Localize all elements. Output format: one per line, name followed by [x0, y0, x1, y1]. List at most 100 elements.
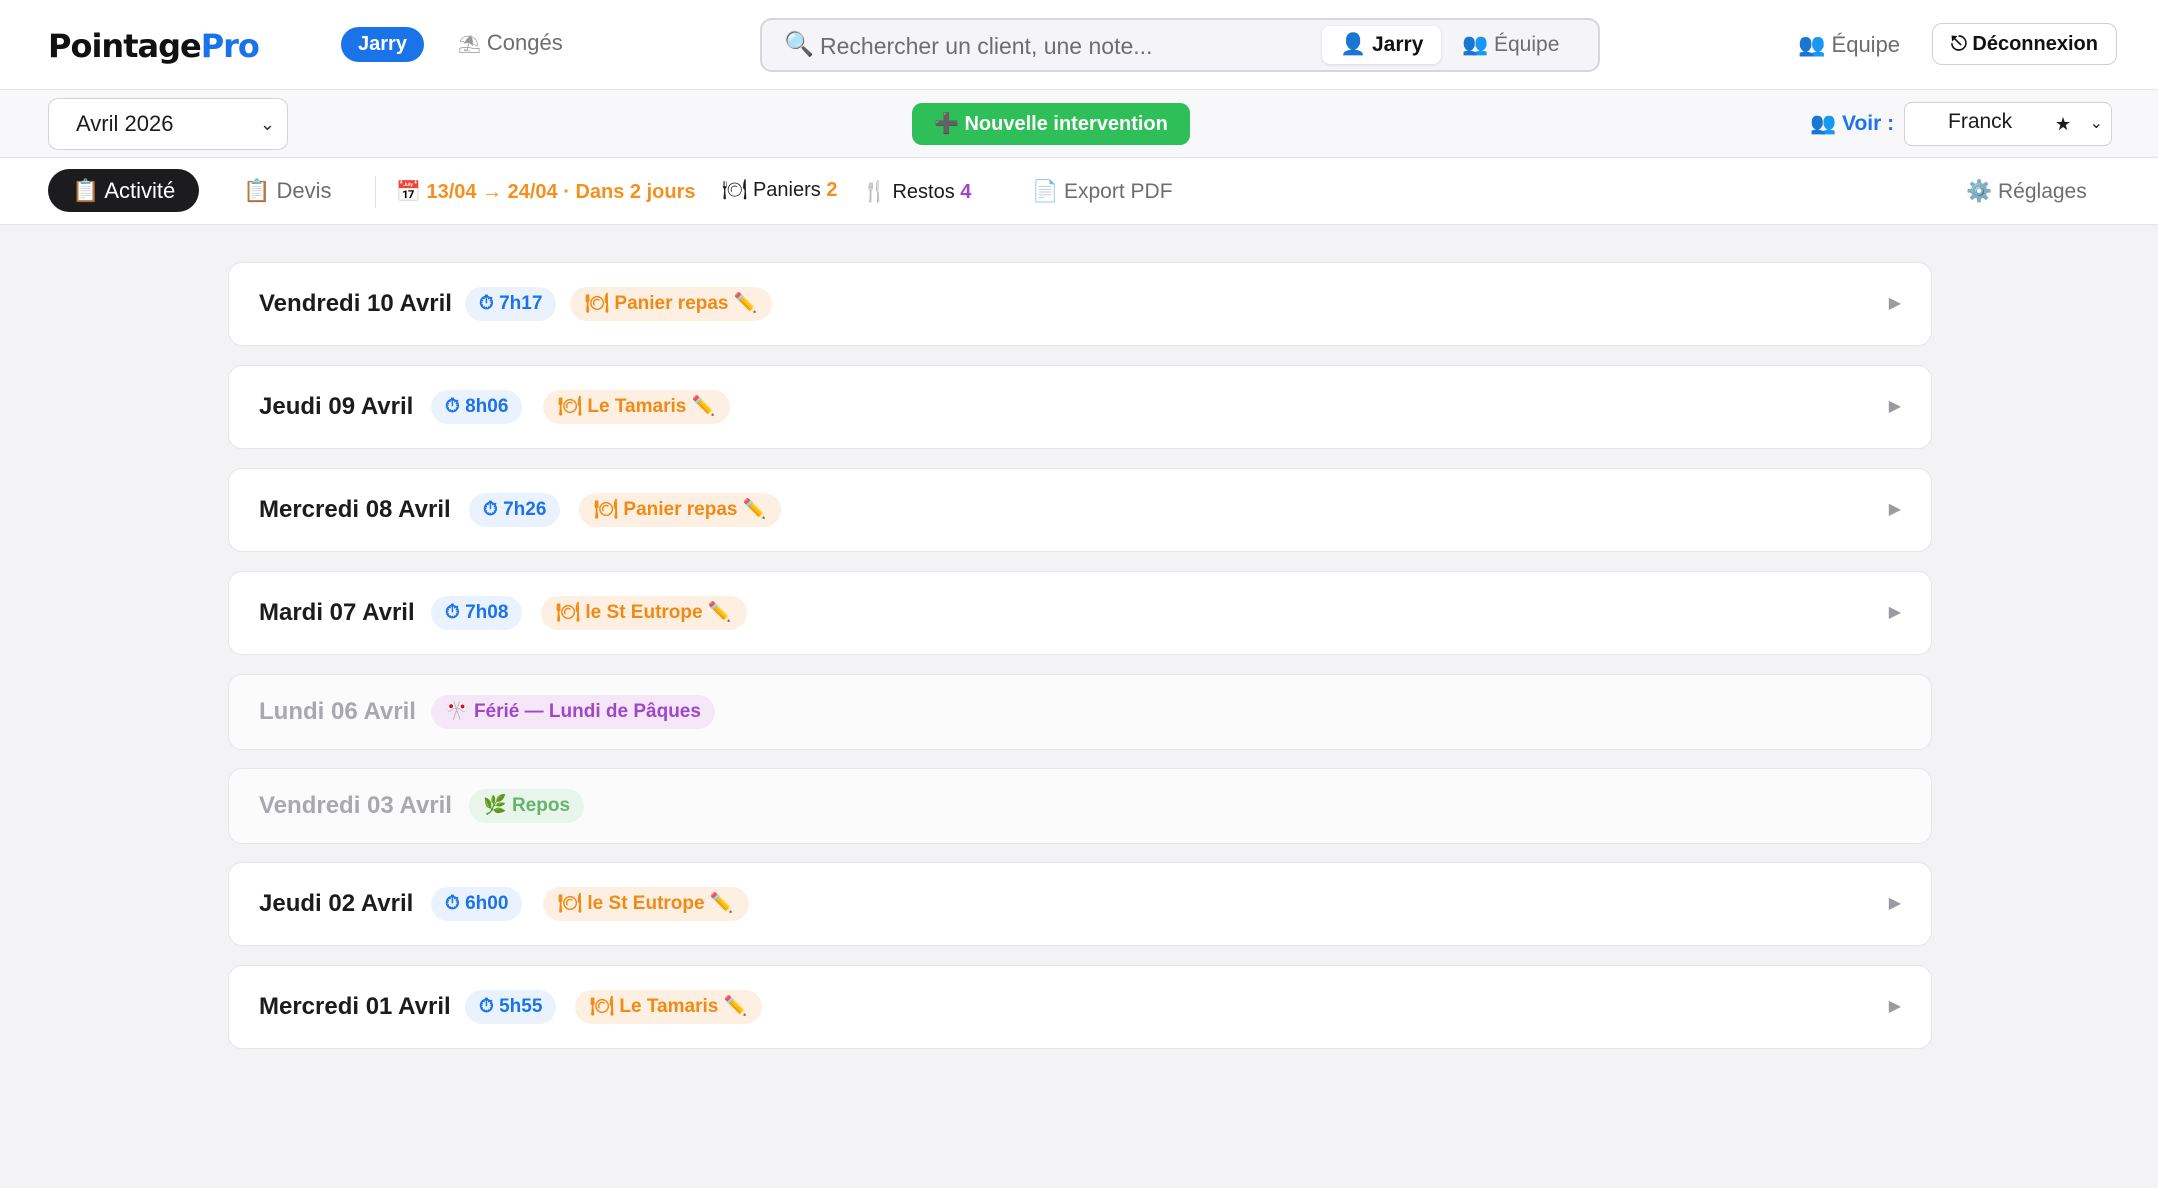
- meal-icon: 🍽: [594, 499, 619, 520]
- app-logo[interactable]: PointagePro: [48, 26, 260, 66]
- logout-button[interactable]: ⎋ Déconnexion: [1932, 23, 2117, 65]
- settings-label: Réglages: [1998, 180, 2087, 203]
- beach-icon: ⛱: [458, 34, 481, 54]
- paniers-count: 2: [826, 179, 838, 201]
- search-input[interactable]: Rechercher un client, une note...: [820, 33, 1152, 60]
- expand-arrow-icon[interactable]: ▶: [1889, 396, 1901, 416]
- clock-icon: ⏱: [479, 293, 494, 314]
- export-pdf-label: Export PDF: [1064, 180, 1173, 203]
- team-icon: 👥: [1810, 112, 1837, 135]
- day-row[interactable]: Mardi 07 Avril ⏱ 7h08 🍽 le St Eutrope ✏️…: [228, 571, 1932, 655]
- hours-badge: ⏱ 5h55: [465, 990, 557, 1024]
- clock-icon: ⏱: [445, 602, 460, 623]
- meal-badge[interactable]: 🍽 Panier repas ✏️: [579, 493, 782, 527]
- clipboard-icon: 📋: [72, 178, 100, 203]
- expand-arrow-icon[interactable]: ▶: [1889, 602, 1901, 622]
- clock-icon: ⏱: [445, 396, 460, 417]
- tab-devis[interactable]: 📋 Devis: [243, 176, 332, 206]
- pencil-icon: ✏️: [691, 396, 716, 417]
- expand-arrow-icon[interactable]: ▶: [1889, 996, 1901, 1016]
- hours-value: 7h08: [465, 602, 509, 623]
- expand-arrow-icon[interactable]: ▶: [1889, 499, 1901, 519]
- meal-badge[interactable]: 🍽 Panier repas ✏️: [570, 287, 773, 321]
- meal-badge[interactable]: 🍽 Le Tamaris ✏️: [575, 990, 763, 1024]
- pencil-icon: ✏️: [733, 293, 758, 314]
- current-user-badge[interactable]: Jarry: [341, 27, 424, 62]
- calendar-icon: 📅: [396, 181, 421, 203]
- search-bar[interactable]: 🔍 Rechercher un client, une note... 👤 Ja…: [760, 18, 1600, 72]
- logout-icon: ⎋: [1951, 33, 1967, 55]
- hours-value: 7h17: [499, 293, 543, 314]
- day-row[interactable]: Mercredi 08 Avril ⏱ 7h26 🍽 Panier repas …: [228, 468, 1932, 552]
- clipboard-icon: 📋: [243, 178, 271, 203]
- day-title: Jeudi 02 Avril: [259, 890, 414, 917]
- top-header: PointagePro Jarry ⛱ Congés 🔍 Rechercher u…: [0, 0, 2158, 90]
- day-row[interactable]: Jeudi 09 Avril ⏱ 8h06 🍽 Le Tamaris ✏️ ▶: [228, 365, 1932, 449]
- expand-arrow-icon[interactable]: ▶: [1889, 893, 1901, 913]
- meal-value: Panier repas: [623, 499, 738, 520]
- day-row[interactable]: Vendredi 10 Avril ⏱ 7h17 🍽 Panier repas …: [228, 262, 1932, 346]
- team-icon: 👥: [1798, 32, 1826, 57]
- day-title: Mercredi 01 Avril: [259, 993, 451, 1020]
- conges-link[interactable]: ⛱ Congés: [458, 28, 563, 59]
- hours-badge: ⏱ 7h26: [469, 493, 561, 527]
- expand-arrow-icon[interactable]: ▶: [1889, 293, 1901, 313]
- day-title: Mercredi 08 Avril: [259, 496, 451, 523]
- meal-value: le St Eutrope: [587, 893, 705, 914]
- gear-icon: ⚙️: [1966, 180, 1993, 203]
- chevron-down-icon: ⌄: [259, 114, 275, 134]
- meal-icon: 🍽: [590, 996, 615, 1017]
- search-scope-self-button[interactable]: 👤 Jarry: [1322, 26, 1442, 64]
- holiday-label: Férié — Lundi de Pâques: [473, 701, 701, 722]
- meal-value: le St Eutrope: [585, 602, 703, 623]
- settings-button[interactable]: ⚙️ Réglages: [1966, 178, 2087, 206]
- paniers-label: Paniers: [752, 179, 821, 201]
- meal-badge[interactable]: 🍽 le St Eutrope ✏️: [541, 596, 747, 630]
- month-select-value: Avril 2026: [76, 111, 174, 136]
- day-title: Vendredi 03 Avril: [259, 792, 452, 819]
- logo-text-pro: Pro: [200, 27, 260, 65]
- logo-text-pointage: Pointage: [48, 27, 202, 65]
- meal-value: Le Tamaris: [587, 396, 687, 417]
- new-intervention-button[interactable]: ➕ Nouvelle intervention: [912, 103, 1190, 145]
- rest-label: Repos: [511, 795, 571, 816]
- hours-badge: ⏱ 7h08: [431, 596, 523, 630]
- meal-icon: 🍽: [722, 179, 748, 201]
- day-title: Mardi 07 Avril: [259, 599, 415, 626]
- clock-icon: ⏱: [445, 893, 460, 914]
- search-scope-team-label: Équipe: [1494, 33, 1560, 56]
- voir-label: 👥 Voir :: [1810, 112, 1894, 136]
- search-icon: 🔍: [784, 31, 814, 58]
- tab-activite[interactable]: 📋 Activité: [48, 169, 200, 212]
- logout-label: Déconnexion: [1972, 33, 2098, 55]
- export-pdf-button[interactable]: 📄 Export PDF: [1032, 178, 1173, 206]
- tab-devis-label: Devis: [276, 178, 332, 203]
- search-scope-team-button[interactable]: 👥 Équipe: [1444, 26, 1577, 64]
- employee-select[interactable]: Franck ★ ⌄: [1904, 102, 2112, 146]
- employee-select-value: Franck: [1948, 110, 2013, 133]
- meal-icon: 🍽: [558, 396, 583, 417]
- meal-badge[interactable]: 🍽 le St Eutrope ✏️: [543, 887, 749, 921]
- month-select[interactable]: Avril 2026 ⌄: [48, 98, 288, 150]
- day-row[interactable]: Mercredi 01 Avril ⏱ 5h55 🍽 Le Tamaris ✏️…: [228, 965, 1932, 1049]
- rest-badge: 🌿 Repos: [469, 789, 585, 823]
- team-link-label: Équipe: [1831, 32, 1901, 57]
- restos-counter[interactable]: 🍴 Restos 4: [862, 178, 971, 206]
- holiday-badge: 🎌 Férié — Lundi de Pâques: [431, 695, 715, 729]
- clock-icon: ⏱: [483, 499, 498, 520]
- document-icon: 📄: [1032, 180, 1059, 203]
- chevron-down-icon: ⌄: [2089, 115, 2103, 132]
- user-icon: 👤: [1340, 33, 1367, 56]
- pencil-icon: ✏️: [709, 893, 734, 914]
- paniers-counter[interactable]: 🍽 Paniers 2: [722, 176, 837, 204]
- tabs-divider: [375, 176, 376, 208]
- new-intervention-label: Nouvelle intervention: [964, 113, 1168, 135]
- team-link[interactable]: 👥 Équipe: [1798, 30, 1900, 60]
- hours-value: 7h26: [503, 499, 547, 520]
- meal-icon: 🍽: [556, 602, 581, 623]
- leaf-icon: 🌿: [483, 795, 507, 816]
- meal-badge[interactable]: 🍽 Le Tamaris ✏️: [543, 390, 731, 424]
- upcoming-conge-info[interactable]: 📅 13/04 → 24/04 · Dans 2 jours: [396, 178, 696, 206]
- day-row[interactable]: Jeudi 02 Avril ⏱ 6h00 🍽 le St Eutrope ✏️…: [228, 862, 1932, 946]
- restos-count: 4: [960, 181, 972, 203]
